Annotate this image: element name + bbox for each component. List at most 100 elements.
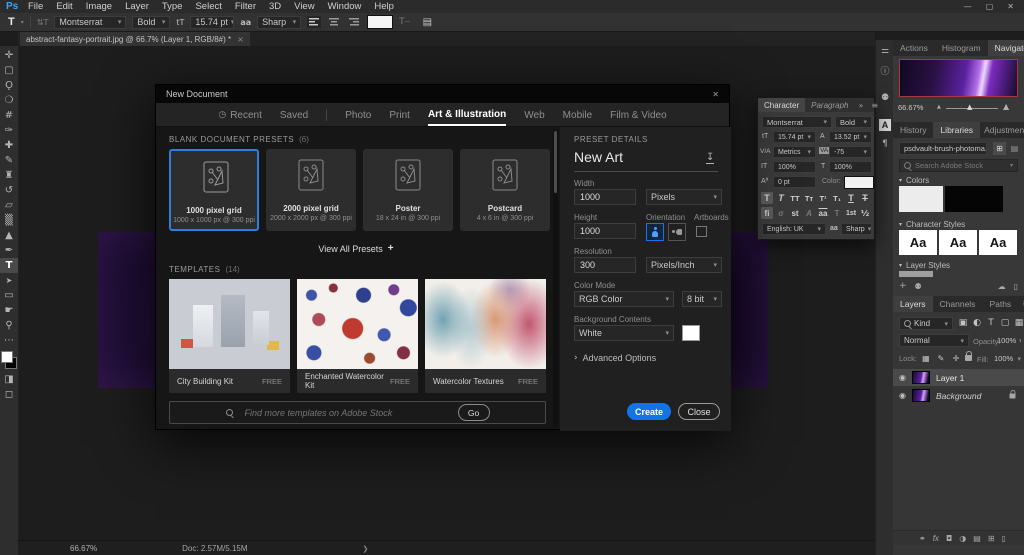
subscript-toggle[interactable]: T₁ (831, 192, 843, 204)
type-tool-icon[interactable]: T (0, 258, 18, 273)
layer-name[interactable]: Background (936, 391, 981, 401)
tab-layers[interactable]: Layers (893, 296, 933, 312)
filter-pixel-icon[interactable]: ▣ (957, 317, 969, 329)
create-button[interactable]: Create (627, 403, 671, 420)
list-view-icon[interactable]: ▤ (1008, 142, 1021, 155)
tab-actions[interactable]: Actions (893, 40, 935, 56)
filter-adjustment-icon[interactable]: ◐ (971, 317, 983, 329)
preset-card-1000-grid[interactable]: 1000 pixel grid 1000 x 1000 px @ 300 ppi (169, 149, 259, 231)
layer-group-icon[interactable]: ▤ (973, 534, 981, 543)
character-styles-section-header[interactable]: Character Styles (906, 220, 965, 229)
filter-smart-object-icon[interactable]: ▦ (1013, 317, 1024, 329)
filter-shape-icon[interactable]: ▢ (999, 317, 1011, 329)
tab-web[interactable]: Web (524, 105, 544, 125)
layer-thumbnail[interactable] (912, 389, 930, 402)
all-caps-toggle[interactable]: TT (789, 192, 801, 204)
titling-alternates-toggle[interactable]: T (831, 207, 843, 219)
toggle-panels-icon[interactable]: ▤ (423, 17, 432, 28)
text-orientation-icon[interactable]: ⇅T (37, 18, 49, 27)
template-card-city-building[interactable]: City Building Kit FREE (169, 279, 290, 393)
invite-people-icon[interactable]: ⚉ (915, 282, 922, 291)
tab-channels[interactable]: Channels (933, 296, 983, 312)
info-panel-icon[interactable]: ⓘ (880, 64, 889, 77)
layer-row-selected[interactable]: ◉ Layer 1 (893, 369, 1024, 386)
menu-3d[interactable]: 3D (269, 1, 281, 12)
quick-selection-tool-icon[interactable]: ❍ (0, 93, 18, 108)
lock-transparency-icon[interactable]: ▦ (920, 352, 932, 364)
link-layers-icon[interactable]: ⚭ (919, 534, 926, 543)
status-menu-arrow-icon[interactable]: ❯ (363, 545, 369, 553)
char-baseline-value[interactable]: 0 pt (773, 176, 816, 188)
visibility-eye-icon[interactable]: ◉ (899, 373, 906, 382)
strikethrough-toggle[interactable]: T (859, 192, 871, 204)
view-all-presets-button[interactable]: View All Presets + (156, 243, 556, 254)
menu-layer[interactable]: Layer (125, 1, 149, 12)
minimize-icon[interactable]: — (964, 2, 972, 11)
font-style-select[interactable]: Bold (132, 16, 170, 29)
language-select[interactable]: English: UK (762, 223, 826, 235)
char-hscale-value[interactable]: 100% (829, 161, 872, 173)
layer-styles-section-header[interactable]: Layer Styles (906, 261, 950, 270)
dialog-scrollbar[interactable] (553, 129, 558, 427)
healing-brush-tool-icon[interactable]: ✚ (0, 138, 18, 153)
zoom-out-icon[interactable]: ▲ (937, 104, 941, 110)
ligatures-toggle[interactable]: fi (761, 207, 773, 219)
dialog-close-button[interactable]: Close (678, 403, 720, 420)
tab-film-video[interactable]: Film & Video (610, 105, 667, 125)
character-style-item[interactable]: Aa (899, 230, 937, 255)
color-swatches[interactable] (1, 351, 17, 369)
small-caps-toggle[interactable]: Tᴛ (803, 192, 815, 204)
restore-icon[interactable]: ▢ (986, 2, 994, 11)
new-layer-icon[interactable]: ⊞ (988, 534, 995, 543)
paragraph-panel-icon[interactable]: ¶ (882, 139, 888, 149)
char-anti-alias-select[interactable]: Sharp (841, 223, 872, 235)
lasso-tool-icon[interactable]: Ǫ (0, 78, 18, 93)
tab-histogram[interactable]: Histogram (935, 40, 988, 56)
char-font-select[interactable]: Montserrat (762, 116, 832, 128)
contextual-alternates-toggle[interactable]: σ (775, 207, 787, 219)
text-color-swatch[interactable] (367, 15, 393, 29)
fractions-toggle[interactable]: ½ (859, 207, 871, 219)
dialog-close-icon[interactable]: ✕ (712, 90, 719, 99)
anti-alias-select[interactable]: Sharp (257, 16, 301, 29)
swash-toggle[interactable]: A (803, 207, 815, 219)
clone-stamp-tool-icon[interactable]: ♜ (0, 168, 18, 183)
menu-window[interactable]: Window (328, 1, 362, 12)
layer-name[interactable]: Layer 1 (936, 373, 964, 383)
document-tab-close-icon[interactable]: × (237, 35, 244, 44)
hand-tool-icon[interactable]: ☛ (0, 303, 18, 318)
layer-styles-collapse-icon[interactable]: ▾ (899, 262, 902, 269)
warp-text-icon[interactable]: T⌣ (399, 17, 410, 27)
layer-row-background[interactable]: ◉ Background (893, 387, 1024, 404)
char-style-select[interactable]: Bold (835, 116, 872, 128)
bit-depth-select[interactable]: 8 bit (682, 291, 722, 307)
tool-preset-caret-icon[interactable]: ▾ (21, 19, 24, 26)
character-style-item[interactable]: Aa (979, 230, 1017, 255)
save-preset-icon[interactable]: ↧ (706, 153, 714, 164)
preset-card-poster[interactable]: Poster 18 x 24 in @ 300 ppi (363, 149, 453, 231)
tab-recent[interactable]: ◷ Recent (218, 105, 262, 125)
status-zoom[interactable]: 66.67% (70, 544, 97, 553)
menu-view[interactable]: View (294, 1, 314, 12)
panel-menu-icon[interactable]: ≡ (1018, 296, 1024, 312)
artboards-checkbox[interactable] (696, 226, 707, 237)
menu-type[interactable]: Type (162, 1, 183, 12)
delete-layer-icon[interactable]: ▯ (1002, 534, 1006, 543)
adjustment-layer-icon[interactable]: ◑ (959, 534, 966, 543)
tab-art-illustration[interactable]: Art & Illustration (428, 104, 506, 126)
menu-image[interactable]: Image (86, 1, 112, 12)
zoom-in-icon[interactable]: ▲ (1003, 102, 1009, 111)
tab-saved[interactable]: Saved (280, 105, 308, 125)
fill-value[interactable]: 100% (994, 352, 1021, 365)
tab-history[interactable]: History (893, 122, 933, 138)
menu-edit[interactable]: Edit (56, 1, 72, 12)
clone-source-panel-icon[interactable]: ⚉ (881, 93, 889, 103)
colors-section-header[interactable]: Colors (906, 176, 929, 185)
template-search-input[interactable] (240, 408, 425, 418)
tab-mobile[interactable]: Mobile (563, 105, 592, 125)
color-mode-select[interactable]: RGB Color (574, 291, 674, 307)
superscript-toggle[interactable]: T¹ (817, 192, 829, 204)
edit-toolbar-icon[interactable]: ⋯ (0, 333, 18, 348)
properties-panel-icon[interactable]: ⚌ (881, 46, 889, 56)
history-brush-tool-icon[interactable]: ↺ (0, 183, 18, 198)
